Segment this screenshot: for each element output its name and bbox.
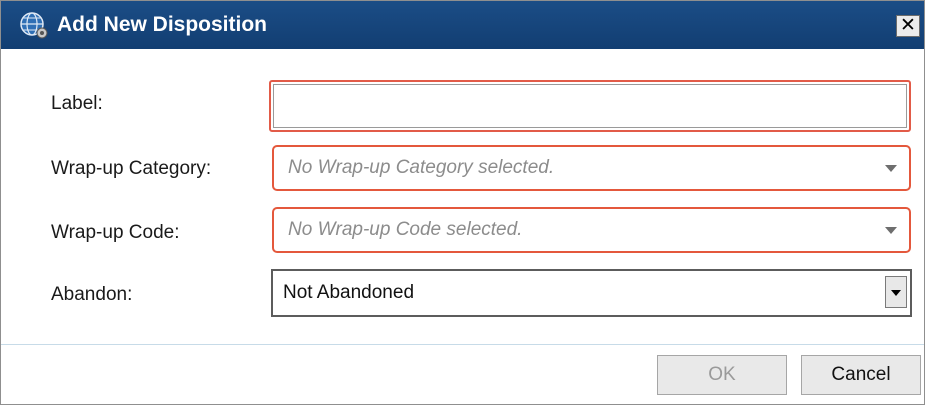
add-disposition-dialog: Add New Disposition ✕ Label: Wrap-up Cat… [0,0,925,405]
wrapup-category-label: Wrap-up Category: [51,158,212,179]
chevron-down-icon[interactable] [885,165,897,172]
abandon-label: Abandon: [51,284,133,305]
abandon-select[interactable]: Not Abandoned [271,269,912,317]
dialog-title: Add New Disposition [57,13,267,36]
abandon-selected-value: Not Abandoned [283,282,415,303]
close-icon: ✕ [900,15,916,36]
wrapup-code-label: Wrap-up Code: [51,222,180,243]
abandon-dropdown-button[interactable] [885,276,907,308]
chevron-down-icon[interactable] [885,227,897,234]
ok-button[interactable]: OK [657,355,787,395]
label-field-label: Label: [51,93,103,114]
label-input-wrapper [269,80,911,132]
wrapup-code-placeholder: No Wrap-up Code selected. [288,219,523,240]
title-bar[interactable]: Add New Disposition ✕ [1,1,924,49]
wrapup-code-combobox[interactable]: No Wrap-up Code selected. [272,207,911,253]
close-button[interactable]: ✕ [896,15,920,37]
wrapup-category-placeholder: No Wrap-up Category selected. [288,157,555,178]
label-input-inner-frame [273,84,907,128]
cancel-button[interactable]: Cancel [801,355,921,395]
dropdown-arrow-icon [891,290,901,296]
footer-divider [1,344,924,345]
wrapup-category-combobox[interactable]: No Wrap-up Category selected. [272,145,911,191]
globe-gear-icon [20,12,48,39]
